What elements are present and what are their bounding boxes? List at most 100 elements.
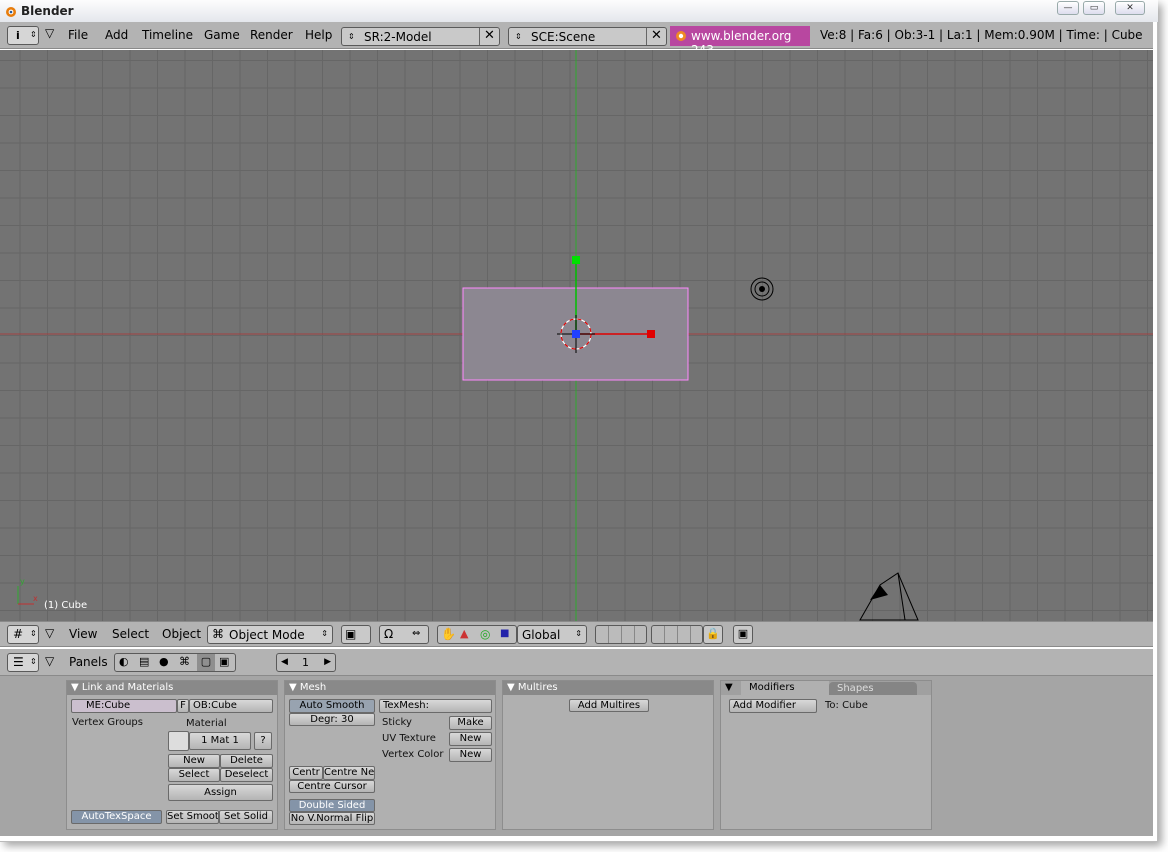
updown-arrows-icon: ⇕ [30,30,37,39]
screen-selector[interactable]: ⇕ SR:2-Model ✕ [341,27,500,46]
panel-multires: ▼ Multires Add Multires [502,680,714,830]
mesh-datablock-field[interactable]: ME:Cube [71,699,177,713]
mode-selector[interactable]: ⌘ Object Mode ⇕ [207,625,333,644]
object-name-field[interactable]: OB:Cube [189,699,273,713]
editor-type-selector[interactable]: # ⇕ [7,625,39,644]
menu-game[interactable]: Game [204,28,240,42]
panel-title[interactable]: ▼ Multires [503,681,713,695]
object-icon[interactable]: ⌘ [179,654,190,670]
uv-texture-new-button[interactable]: New [449,732,492,746]
manipulator-x-handle [647,330,655,338]
pivot-selector[interactable]: Ω ⇔ [379,625,429,644]
delete-material-button[interactable]: Delete [220,754,273,768]
editing-icon[interactable]: ▢ [197,654,215,671]
texmesh-field[interactable]: TexMesh: [379,699,492,713]
menu-view[interactable]: View [69,627,97,641]
mode-label: Object Mode [229,628,305,642]
add-multires-button[interactable]: Add Multires [569,699,649,712]
blender-logo-icon [6,7,16,17]
rotate-icon[interactable]: ◎ [480,626,490,642]
material-index-field[interactable]: 1 Mat 1 [189,732,251,750]
collapse-menu-icon[interactable]: ▽ [45,654,54,668]
manipulator-toggles[interactable]: ✋ ▲ ◎ ■ [437,625,517,644]
menu-render[interactable]: Render [250,28,293,42]
autotexspace-toggle[interactable]: AutoTexSpace [71,810,162,824]
minimize-icon[interactable]: — [1057,1,1079,15]
vertex-color-new-button[interactable]: New [449,748,492,762]
menu-add[interactable]: Add [105,28,128,42]
close-icon[interactable]: ✕ [1115,1,1145,15]
context-buttons[interactable]: ◐ ▤ ● ⌘ ▢ ▣ [114,653,236,672]
tab-shapes[interactable]: Shapes [829,682,917,695]
delete-scene-icon[interactable]: ✕ [646,28,666,45]
script-icon[interactable]: ▤ [139,654,149,670]
sticky-make-button[interactable]: Make [449,716,492,730]
menu-timeline[interactable]: Timeline [142,28,193,42]
editor-type-selector[interactable]: ☰ ⇕ [7,653,39,672]
buttons-header: ☰ ⇕ ▽ Panels ◐ ▤ ● ⌘ ▢ ▣ ◀ 1 ▶ [0,649,1153,676]
set-smooth-button[interactable]: Set Smoot [166,810,219,824]
layer-buttons-right[interactable] [651,625,703,644]
no-vnormal-flip-toggle[interactable]: No V.Normal Flip [289,812,375,825]
delete-screen-icon[interactable]: ✕ [479,28,499,45]
object-mode-icon: ⌘ [212,627,224,641]
fake-user-button[interactable]: F [177,699,189,713]
draw-type-selector[interactable]: ▣ [341,625,371,644]
collapse-icon[interactable]: ▼ [725,682,733,693]
auto-smooth-toggle[interactable]: Auto Smooth [289,699,375,713]
vertex-groups-label: Vertex Groups [72,717,143,728]
updown-arrows-icon: ⇕ [30,657,37,666]
updown-arrows-icon: ⇕ [30,629,37,638]
menu-file[interactable]: File [68,28,88,42]
screen-name: SR:2-Model [364,30,432,44]
new-material-button[interactable]: New [168,754,220,768]
scene-selector[interactable]: ⇕ SCE:Scene ✕ [508,27,667,46]
tab-modifiers[interactable]: Modifiers [741,681,829,695]
centre-new-button[interactable]: Centre Ne [323,766,375,780]
decrement-icon[interactable]: ◀ [281,654,288,670]
panel-link-materials: ▼ Link and Materials ME:Cube F OB:Cube V… [66,680,278,830]
set-solid-button[interactable]: Set Solid [219,810,273,824]
deselect-material-button[interactable]: Deselect [220,768,273,782]
logic-icon[interactable]: ◐ [119,654,129,670]
manipulator-y-handle [572,256,580,264]
collapse-menu-icon[interactable]: ▽ [45,626,54,640]
panel-title[interactable]: ▼ Mesh [285,681,495,695]
increment-icon[interactable]: ▶ [324,654,331,670]
maximize-icon[interactable]: ▭ [1083,1,1105,15]
centre-cursor-button[interactable]: Centre Cursor [289,780,375,793]
translate-icon[interactable]: ▲ [460,626,468,642]
scene-stats: Ve:8 | Fa:6 | Ob:3-1 | La:1 | Mem:0.90M … [820,28,1143,42]
menu-object[interactable]: Object [162,627,201,641]
orientation-selector[interactable]: Global ⇕ [517,625,587,644]
manipulator-z-handle [572,330,580,338]
scene-icon[interactable]: ▣ [219,654,229,670]
hand-icon[interactable]: ✋ [441,626,456,642]
window-titlebar: Blender — ▭ ✕ [0,0,1158,22]
centre-button[interactable]: Centr [289,766,323,780]
mini-axis-x-label: x [33,594,38,603]
material-color-swatch[interactable] [168,731,189,751]
double-sided-toggle[interactable]: Double Sided [289,799,375,812]
collapse-menu-icon[interactable]: ▽ [45,26,54,40]
select-material-button[interactable]: Select [168,768,220,782]
uv-texture-label: UV Texture [382,733,436,744]
panels-label[interactable]: Panels [69,655,108,669]
3d-viewport[interactable]: y x (1) Cube [0,50,1153,621]
blender-banner[interactable]: www.blender.org 243 [670,26,810,57]
menu-help[interactable]: Help [305,28,332,42]
frame-number-field[interactable]: ◀ 1 ▶ [276,653,336,672]
layer-buttons-left[interactable] [595,625,647,644]
editor-type-selector[interactable]: i ⇕ [7,26,39,45]
panel-title[interactable]: ▼ Link and Materials [67,681,277,695]
lock-icon[interactable]: 🔒 [703,625,723,644]
scale-icon[interactable]: ■ [500,626,509,642]
add-modifier-button[interactable]: Add Modifier [729,699,817,713]
degree-field[interactable]: Degr: 30 [289,713,375,726]
shading-icon[interactable]: ● [159,654,169,670]
snap-icon: ⇔ [412,628,421,639]
render-preview-icon[interactable]: ▣ [733,625,753,644]
material-help-button[interactable]: ? [254,732,272,750]
menu-select[interactable]: Select [112,627,149,641]
assign-material-button[interactable]: Assign [168,784,273,801]
